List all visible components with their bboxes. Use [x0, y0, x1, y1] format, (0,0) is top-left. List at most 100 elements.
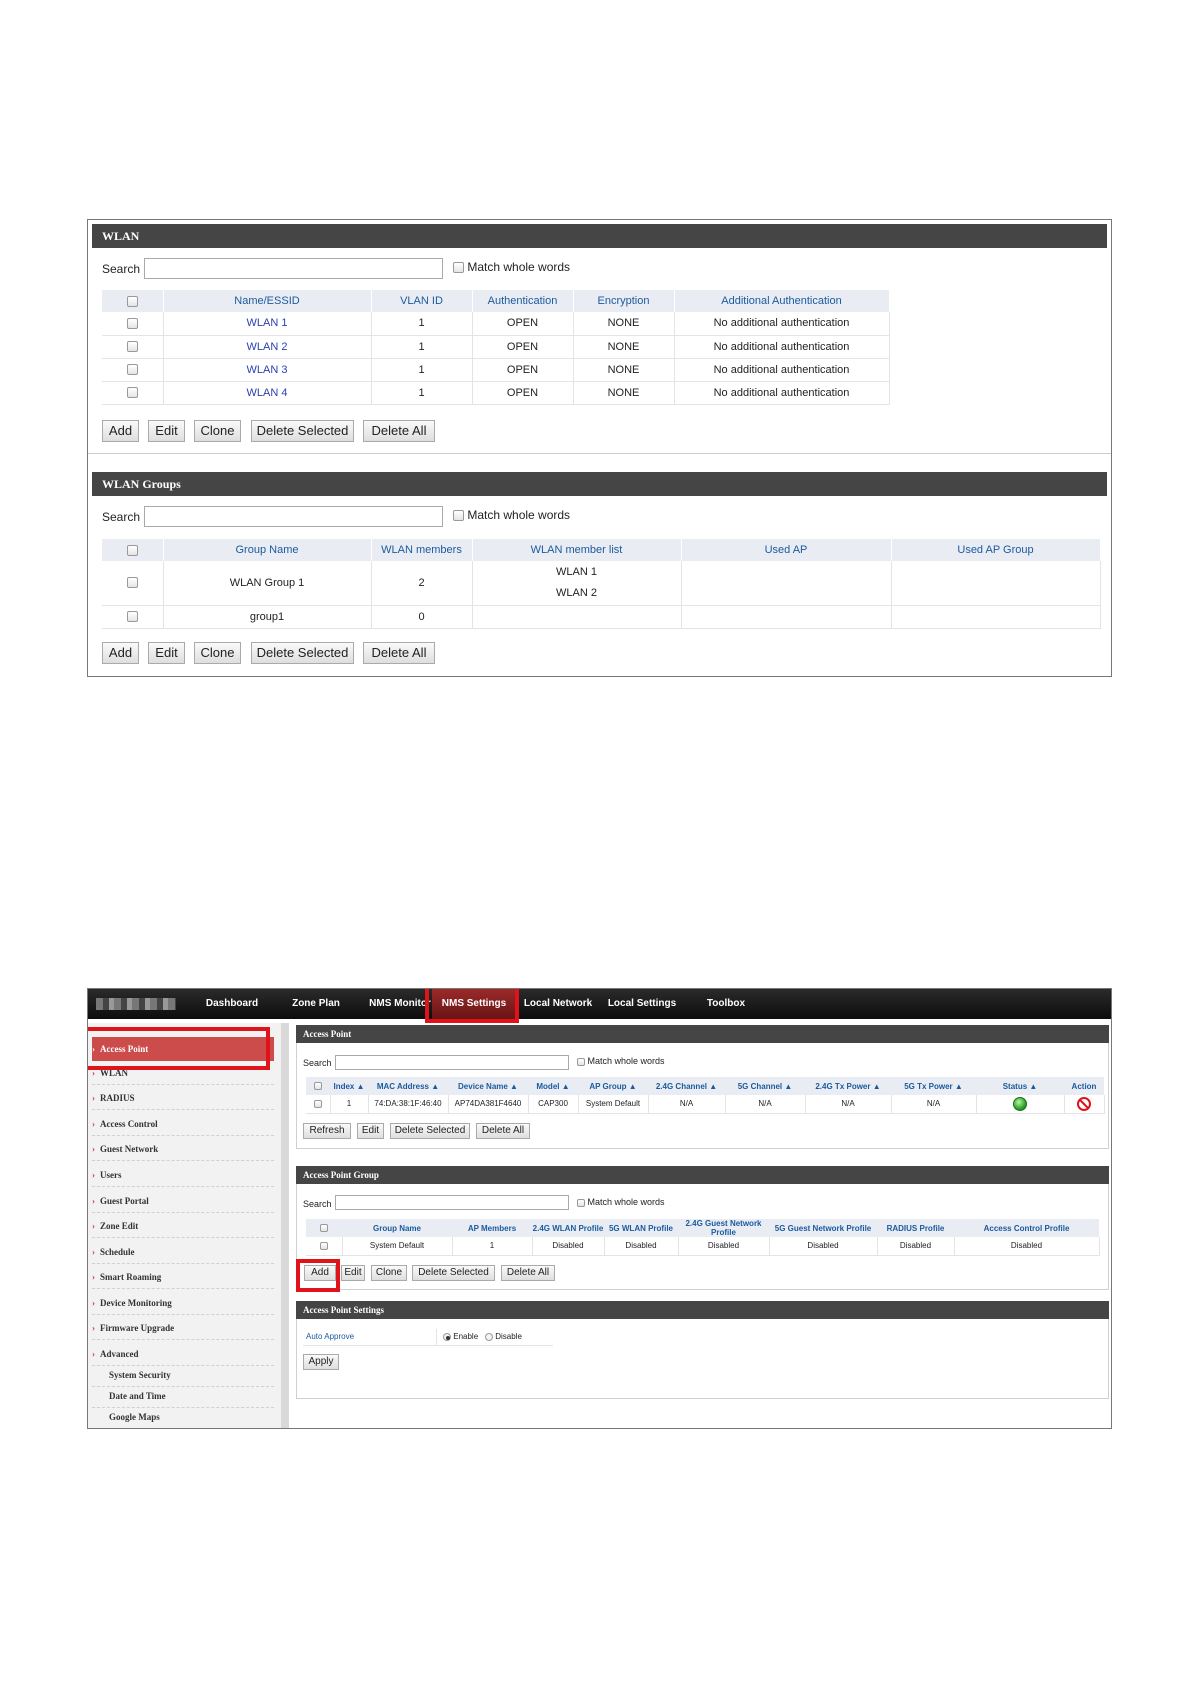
- column-header[interactable]: Authentication: [472, 290, 574, 312]
- wlan-groups-delete-all-button[interactable]: Delete All: [363, 642, 435, 664]
- column-header[interactable]: 5G Tx Power ▲: [891, 1077, 976, 1095]
- column-header[interactable]: 5G Guest Network Profile: [769, 1219, 877, 1237]
- enable-radio[interactable]: [443, 1332, 451, 1341]
- wlan-search-input[interactable]: [144, 258, 443, 279]
- row-checkbox[interactable]: [126, 317, 138, 329]
- row-checkbox[interactable]: [126, 611, 138, 623]
- table-row: WLAN 3 1 OPEN NONE No additional authent…: [102, 358, 890, 382]
- column-header[interactable]: WLAN member list: [472, 539, 682, 561]
- wlan-add-button[interactable]: Add: [102, 420, 139, 442]
- wlan-name-link[interactable]: WLAN 4: [163, 381, 372, 405]
- row-checkbox[interactable]: [126, 364, 138, 376]
- auto-approve-enable-option[interactable]: Enable: [443, 1332, 478, 1341]
- sidebar-item-label: Advanced: [100, 1349, 139, 1359]
- wlan-groups-search-input[interactable]: [144, 506, 443, 527]
- sidebar-item-smart-roaming[interactable]: › Smart Roaming: [92, 1265, 274, 1289]
- column-header[interactable]: 5G WLAN Profile: [604, 1219, 678, 1237]
- auto-approve-disable-option[interactable]: Disable: [485, 1332, 522, 1341]
- ap-match-option[interactable]: Match whole words: [577, 1056, 665, 1066]
- sidebar-item-guest-network[interactable]: › Guest Network: [92, 1137, 274, 1161]
- sidebar-item-firmware-upgrade[interactable]: › Firmware Upgrade: [92, 1316, 274, 1340]
- ap-group-clone-button[interactable]: Clone: [371, 1265, 407, 1281]
- column-header[interactable]: 5G Channel ▲: [725, 1077, 805, 1095]
- column-header[interactable]: RADIUS Profile: [877, 1219, 954, 1237]
- ap-refresh-button[interactable]: Refresh: [303, 1123, 351, 1139]
- wlan-groups-delete-selected-button[interactable]: Delete Selected: [251, 642, 354, 664]
- ap-group-select-all-checkbox[interactable]: [320, 1224, 328, 1233]
- wlan-delete-selected-button[interactable]: Delete Selected: [251, 420, 354, 442]
- chevron-right-icon: ›: [92, 1349, 95, 1359]
- ap-group-delete-all-button[interactable]: Delete All: [501, 1265, 555, 1281]
- column-header[interactable]: Model ▲: [528, 1077, 578, 1095]
- column-header[interactable]: Access Control Profile: [954, 1219, 1099, 1237]
- sidebar-item-radius[interactable]: › RADIUS: [92, 1086, 274, 1110]
- wlan-match-checkbox[interactable]: [453, 262, 464, 274]
- wlan-groups-match-option[interactable]: Match whole words: [453, 508, 570, 522]
- ap-delete-selected-button[interactable]: Delete Selected: [390, 1123, 470, 1139]
- row-checkbox[interactable]: [126, 387, 138, 399]
- column-header[interactable]: Additional Authentication: [674, 290, 890, 312]
- column-header[interactable]: 2.4G Tx Power ▲: [805, 1077, 891, 1095]
- column-header[interactable]: Used AP Group: [891, 539, 1101, 561]
- row-checkbox[interactable]: [126, 577, 138, 589]
- wlan-select-all-checkbox[interactable]: [126, 295, 138, 307]
- apply-button[interactable]: Apply: [303, 1354, 339, 1370]
- row-checkbox[interactable]: [313, 1100, 322, 1109]
- column-header[interactable]: MAC Address ▲: [368, 1077, 448, 1095]
- sidebar-item-access-control[interactable]: › Access Control: [92, 1112, 274, 1136]
- column-header[interactable]: AP Group ▲: [578, 1077, 648, 1095]
- sidebar-item-device-monitoring[interactable]: › Device Monitoring: [92, 1291, 274, 1315]
- ap-group-match-option[interactable]: Match whole words: [577, 1197, 665, 1207]
- wlan-name-link[interactable]: WLAN 1: [163, 312, 372, 336]
- column-header[interactable]: Used AP: [681, 539, 892, 561]
- wlan-match-option[interactable]: Match whole words: [453, 260, 570, 274]
- ap-delete-all-button[interactable]: Delete All: [476, 1123, 530, 1139]
- member-list-item: WLAN 1: [556, 565, 597, 578]
- sidebar-item-users[interactable]: › Users: [92, 1163, 274, 1187]
- column-header[interactable]: Status ▲: [976, 1077, 1064, 1095]
- sidebar-item-schedule[interactable]: › Schedule: [92, 1240, 274, 1264]
- row-checkbox[interactable]: [126, 341, 138, 353]
- wlan-delete-all-button[interactable]: Delete All: [363, 420, 435, 442]
- column-header[interactable]: Device Name ▲: [448, 1077, 528, 1095]
- sidebar-item-google-maps[interactable]: Google Maps: [92, 1405, 274, 1428]
- column-header[interactable]: 2.4G Channel ▲: [648, 1077, 725, 1095]
- wlan-name-link[interactable]: WLAN 3: [163, 358, 372, 382]
- column-header[interactable]: Index ▲: [330, 1077, 368, 1095]
- wlan-groups-edit-button[interactable]: Edit: [148, 642, 185, 664]
- column-header[interactable]: AP Members: [452, 1219, 532, 1237]
- nav-dashboard[interactable]: Dashboard: [190, 989, 274, 1019]
- nav-local-settings[interactable]: Local Settings: [600, 989, 684, 1019]
- ap-select-all-checkbox[interactable]: [314, 1082, 322, 1091]
- ap-group-match-checkbox[interactable]: [577, 1198, 585, 1207]
- sidebar-item-guest-portal[interactable]: › Guest Portal: [92, 1189, 274, 1213]
- wlan-groups-select-all-checkbox[interactable]: [126, 544, 138, 556]
- ap-search-input[interactable]: [335, 1055, 569, 1070]
- column-header[interactable]: Encryption: [573, 290, 675, 312]
- block-icon[interactable]: [1077, 1096, 1091, 1111]
- column-header[interactable]: 2.4G WLAN Profile: [532, 1219, 604, 1237]
- column-header[interactable]: Group Name: [342, 1219, 452, 1237]
- disable-radio[interactable]: [485, 1332, 493, 1341]
- column-header[interactable]: Group Name: [163, 539, 372, 561]
- ap-group-delete-selected-button[interactable]: Delete Selected: [412, 1265, 495, 1281]
- wlan-clone-button[interactable]: Clone: [194, 420, 241, 442]
- ap-match-checkbox[interactable]: [577, 1057, 585, 1066]
- ap-edit-button[interactable]: Edit: [357, 1123, 384, 1139]
- column-header[interactable]: 2.4G Guest Network Profile: [678, 1219, 769, 1237]
- wlan-edit-button[interactable]: Edit: [148, 420, 185, 442]
- wlan-groups-add-button[interactable]: Add: [102, 642, 139, 664]
- sidebar-item-zone-edit[interactable]: › Zone Edit: [92, 1214, 274, 1238]
- wlan-groups-match-checkbox[interactable]: [453, 510, 464, 522]
- column-header[interactable]: Name/ESSID: [163, 290, 372, 312]
- wlan-groups-clone-button[interactable]: Clone: [194, 642, 241, 664]
- wlan-name-link[interactable]: WLAN 2: [163, 335, 372, 359]
- ap-group-search-input[interactable]: [335, 1195, 569, 1210]
- ap-group-edit-button[interactable]: Edit: [341, 1265, 365, 1281]
- nav-zone-plan[interactable]: Zone Plan: [274, 989, 358, 1019]
- column-header[interactable]: VLAN ID: [371, 290, 473, 312]
- nav-local-network[interactable]: Local Network: [516, 989, 600, 1019]
- column-header[interactable]: WLAN members: [371, 539, 473, 561]
- row-checkbox[interactable]: [319, 1242, 328, 1251]
- nav-toolbox[interactable]: Toolbox: [684, 989, 768, 1019]
